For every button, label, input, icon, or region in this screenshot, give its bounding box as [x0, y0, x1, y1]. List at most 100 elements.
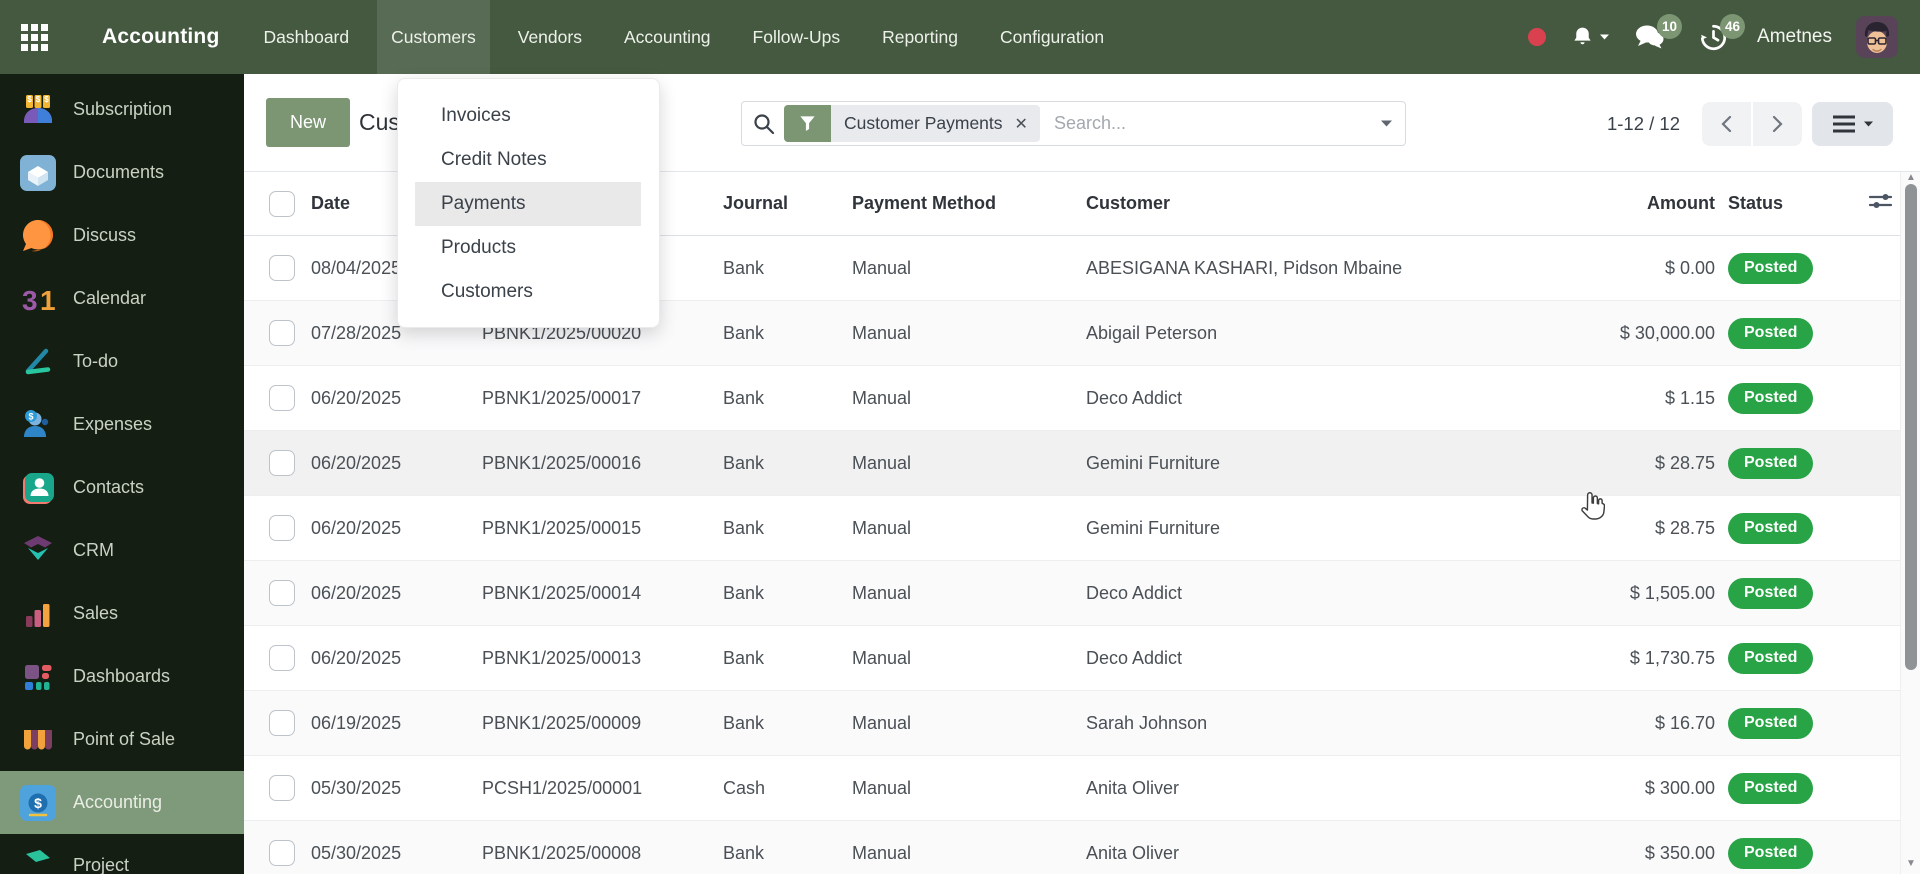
- sidebar-item-label: Contacts: [73, 477, 144, 498]
- project-icon: [19, 847, 56, 874]
- table-row[interactable]: 06/19/2025PBNK1/2025/00009BankManualSara…: [244, 691, 1900, 756]
- menu-item-accounting[interactable]: Accounting: [610, 0, 725, 74]
- cell-journal: Bank: [723, 518, 852, 539]
- svg-text:$: $: [34, 795, 42, 811]
- pager-previous-button[interactable]: [1702, 102, 1751, 146]
- notifications-button[interactable]: [1570, 25, 1610, 50]
- chevron-left-icon: [1719, 115, 1734, 133]
- filter-chip: Customer Payments ✕: [784, 105, 1040, 142]
- cell-journal: Bank: [723, 843, 852, 864]
- sidebar-item-sales[interactable]: Sales: [0, 582, 244, 645]
- table-row[interactable]: 06/20/2025PBNK1/2025/00014BankManualDeco…: [244, 561, 1900, 626]
- row-checkbox[interactable]: [269, 775, 295, 801]
- menu-item-configuration[interactable]: Configuration: [986, 0, 1118, 74]
- sidebar-item-accounting[interactable]: $Accounting: [0, 771, 244, 834]
- dropdown-item-credit-notes[interactable]: Credit Notes: [398, 138, 659, 182]
- view-switcher-button[interactable]: [1812, 102, 1893, 146]
- sidebar-item-crm[interactable]: CRM: [0, 519, 244, 582]
- activity-count-badge: 46: [1720, 14, 1745, 39]
- user-menu[interactable]: Ametnes: [1757, 26, 1832, 48]
- dropdown-item-customers[interactable]: Customers: [398, 270, 659, 314]
- dropdown-item-products[interactable]: Products: [398, 226, 659, 270]
- sales-icon: [19, 595, 56, 632]
- row-checkbox[interactable]: [269, 645, 295, 671]
- row-checkbox[interactable]: [269, 580, 295, 606]
- cell-amount: $ 30,000.00: [1525, 323, 1715, 344]
- row-checkbox[interactable]: [269, 840, 295, 866]
- avatar[interactable]: [1856, 16, 1898, 58]
- svg-text:$: $: [44, 95, 49, 104]
- cell-number: PCSH1/2025/00001: [482, 778, 723, 799]
- pager-next-button[interactable]: [1753, 102, 1802, 146]
- dropdown-item-payments[interactable]: Payments: [415, 182, 641, 226]
- cell-payment-method: Manual: [852, 453, 1086, 474]
- cell-journal: Bank: [723, 388, 852, 409]
- table-row[interactable]: 05/30/2025PCSH1/2025/00001CashManualAnit…: [244, 756, 1900, 821]
- sidebar-item-calendar[interactable]: 31Calendar: [0, 267, 244, 330]
- cell-status: Posted: [1715, 773, 1860, 804]
- row-checkbox[interactable]: [269, 385, 295, 411]
- sidebar-item-label: Discuss: [73, 225, 136, 246]
- new-button[interactable]: New: [266, 98, 350, 147]
- search-bar[interactable]: Customer Payments ✕: [741, 101, 1406, 146]
- cell-amount: $ 28.75: [1525, 518, 1715, 539]
- sidebar-item-expenses[interactable]: $Expenses: [0, 393, 244, 456]
- cell-journal: Bank: [723, 583, 852, 604]
- row-checkbox[interactable]: [269, 255, 295, 281]
- optional-columns-icon[interactable]: [1860, 189, 1900, 218]
- messages-button[interactable]: 10: [1634, 24, 1664, 50]
- menu-item-customers[interactable]: Customers: [377, 0, 490, 74]
- cell-journal: Bank: [723, 713, 852, 734]
- filter-remove-icon[interactable]: ✕: [1013, 114, 1040, 134]
- cell-payment-method: Manual: [852, 713, 1086, 734]
- menu-item-dashboard[interactable]: Dashboard: [250, 0, 364, 74]
- sidebar-item-contacts[interactable]: Contacts: [0, 456, 244, 519]
- menu-item-reporting[interactable]: Reporting: [868, 0, 972, 74]
- menu-item-vendors[interactable]: Vendors: [504, 0, 596, 74]
- cell-customer: Sarah Johnson: [1086, 713, 1525, 734]
- sidebar-item-to-do[interactable]: To-do: [0, 330, 244, 393]
- row-checkbox[interactable]: [269, 515, 295, 541]
- cell-amount: $ 1,730.75: [1525, 648, 1715, 669]
- sidebar-item-label: Calendar: [73, 288, 146, 309]
- menu-item-follow-ups[interactable]: Follow-Ups: [739, 0, 855, 74]
- scrollbar-thumb[interactable]: [1905, 184, 1917, 670]
- expenses-icon: $: [19, 406, 56, 443]
- search-dropdown-toggle[interactable]: [1380, 115, 1393, 133]
- sidebar-item-dashboards[interactable]: Dashboards: [0, 645, 244, 708]
- cell-status: Posted: [1715, 318, 1860, 349]
- dropdown-item-invoices[interactable]: Invoices: [398, 94, 659, 138]
- sidebar-item-documents[interactable]: Documents: [0, 141, 244, 204]
- cell-number: PBNK1/2025/00014: [482, 583, 723, 604]
- table-row[interactable]: 05/30/2025PBNK1/2025/00008BankManualAnit…: [244, 821, 1900, 874]
- table-row[interactable]: 06/20/2025PBNK1/2025/00013BankManualDeco…: [244, 626, 1900, 691]
- crm-icon: [19, 532, 56, 569]
- scroll-down-icon[interactable]: ▼: [1905, 859, 1917, 869]
- sidebar-item-point-of-sale[interactable]: Point of Sale: [0, 708, 244, 771]
- activities-button[interactable]: 46: [1700, 24, 1727, 51]
- column-header-customer[interactable]: Customer: [1086, 193, 1525, 214]
- cell-payment-method: Manual: [852, 648, 1086, 669]
- select-all-checkbox[interactable]: [269, 191, 295, 217]
- column-header-payment-method[interactable]: Payment Method: [852, 193, 1086, 214]
- column-header-journal[interactable]: Journal: [723, 193, 852, 214]
- cell-status: Posted: [1715, 513, 1860, 544]
- apps-grid-icon[interactable]: [6, 0, 62, 74]
- table-row[interactable]: 06/20/2025PBNK1/2025/00016BankManualGemi…: [244, 431, 1900, 496]
- vertical-scrollbar[interactable]: ▲ ▼: [1900, 172, 1920, 874]
- top-menu: DashboardCustomersVendorsAccountingFollo…: [250, 0, 1119, 74]
- dashboards-icon: [19, 658, 56, 695]
- row-checkbox[interactable]: [269, 450, 295, 476]
- sidebar-item-subscription[interactable]: $$$Subscription: [0, 78, 244, 141]
- table-row[interactable]: 06/20/2025PBNK1/2025/00015BankManualGemi…: [244, 496, 1900, 561]
- table-row[interactable]: 06/20/2025PBNK1/2025/00017BankManualDeco…: [244, 366, 1900, 431]
- row-checkbox[interactable]: [269, 320, 295, 346]
- column-header-amount[interactable]: Amount: [1525, 193, 1715, 214]
- sidebar-item-project[interactable]: Project: [0, 834, 244, 874]
- column-header-status[interactable]: Status: [1715, 193, 1860, 214]
- status-badge: Posted: [1728, 773, 1813, 804]
- sidebar-item-discuss[interactable]: Discuss: [0, 204, 244, 267]
- row-checkbox[interactable]: [269, 710, 295, 736]
- search-input[interactable]: [1054, 113, 1380, 134]
- scroll-up-icon[interactable]: ▲: [1905, 173, 1917, 183]
